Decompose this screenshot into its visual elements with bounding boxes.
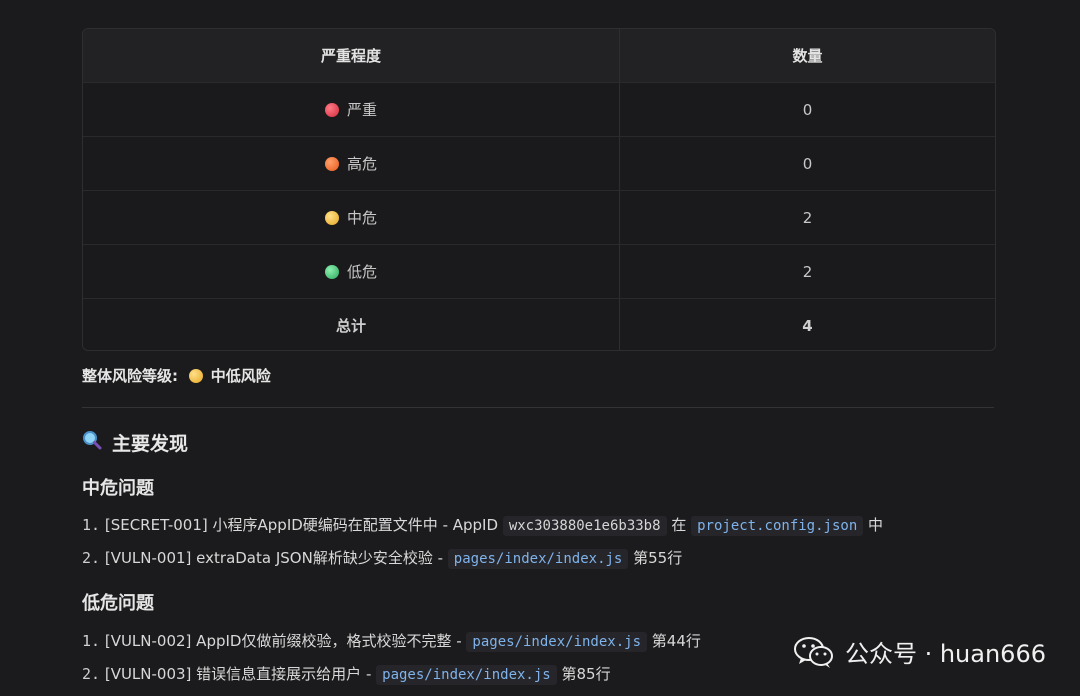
- severity-label: 中危: [346, 209, 377, 227]
- item-number: 1.: [82, 516, 101, 534]
- table-header-row: 严重程度 数量: [83, 29, 995, 83]
- overall-risk-value: 中低风险: [210, 367, 271, 385]
- magnifier-icon: [82, 430, 104, 455]
- item-text: [VULN-003] 错误信息直接展示给用户 -: [104, 665, 372, 683]
- count-cell: 0: [619, 82, 995, 137]
- overall-risk: 整体风险等级: 中低风险: [82, 365, 271, 386]
- table-row: 严重 0: [83, 82, 995, 137]
- item-number: 2.: [82, 549, 101, 567]
- item-text: [VULN-001] extraData JSON解析缺少安全校验 -: [104, 549, 443, 567]
- list-item: 1. [VULN-002] AppID仅做前缀校验，格式校验不完整 - page…: [82, 630, 701, 652]
- divider: [82, 407, 994, 408]
- item-text-tail: 第85行: [561, 665, 611, 683]
- low-issues-heading: 低危问题: [82, 593, 154, 614]
- appid-code: wxc303880e1e6b33b8: [502, 516, 667, 536]
- severity-cell: 中危: [83, 190, 620, 245]
- header-severity: 严重程度: [83, 29, 620, 83]
- overall-risk-label: 整体风险等级:: [82, 367, 178, 385]
- item-text: [VULN-002] AppID仅做前缀校验，格式校验不完整 -: [104, 632, 462, 650]
- file-path-code[interactable]: pages/index/index.js: [466, 632, 647, 652]
- total-count: 4: [802, 316, 813, 335]
- file-path-code[interactable]: pages/index/index.js: [376, 665, 557, 685]
- high-dot-icon: [324, 157, 339, 171]
- list-item: 2. [VULN-003] 错误信息直接展示给用户 - pages/index/…: [82, 663, 611, 685]
- table-total-row: 总计 4: [83, 298, 995, 350]
- severity-label: 高危: [346, 155, 377, 173]
- table-row: 低危 2: [83, 244, 995, 299]
- file-path-code[interactable]: pages/index/index.js: [447, 549, 629, 569]
- watermark-text: 公众号 · huan666: [844, 640, 1046, 668]
- findings-heading: 主要发现: [82, 429, 188, 456]
- table-row: 中危 2: [83, 190, 995, 245]
- severity-label: 低危: [346, 263, 377, 281]
- medium-dot-icon: [188, 369, 203, 383]
- count-cell: 0: [619, 136, 995, 191]
- wechat-icon: [793, 635, 835, 669]
- medium-dot-icon: [324, 211, 339, 225]
- item-number: 2.: [82, 665, 101, 683]
- item-text-tail: 中: [868, 516, 884, 534]
- list-item: 1. [SECRET-001] 小程序AppID硬编码在配置文件中 - AppI…: [82, 514, 884, 536]
- table-row: 高危 0: [83, 136, 995, 191]
- medium-issues-heading: 中危问题: [82, 478, 154, 499]
- total-label: 总计: [83, 298, 620, 350]
- findings-title: 主要发现: [112, 433, 189, 455]
- item-text-tail: 第44行: [651, 632, 701, 650]
- count-cell: 2: [619, 244, 995, 299]
- severity-cell: 高危: [83, 136, 620, 191]
- severity-cell: 严重: [83, 82, 620, 137]
- watermark: 公众号 · huan666: [793, 634, 1046, 669]
- item-text: [SECRET-001] 小程序AppID硬编码在配置文件中 - AppID: [104, 516, 499, 534]
- low-dot-icon: [324, 265, 339, 279]
- severity-table: 严重程度 数量 严重 0 高危 0 中危 2 低危 2 总计 4: [82, 28, 996, 351]
- severity-cell: 低危: [83, 244, 620, 299]
- header-count: 数量: [619, 29, 995, 83]
- file-path-code[interactable]: project.config.json: [691, 516, 864, 536]
- item-text-mid: 在: [671, 516, 687, 534]
- critical-dot-icon: [324, 103, 339, 117]
- severity-label: 严重: [346, 101, 377, 119]
- item-number: 1.: [82, 632, 101, 650]
- count-cell: 2: [619, 190, 995, 245]
- item-text-tail: 第55行: [633, 549, 683, 567]
- list-item: 2. [VULN-001] extraData JSON解析缺少安全校验 - p…: [82, 547, 683, 569]
